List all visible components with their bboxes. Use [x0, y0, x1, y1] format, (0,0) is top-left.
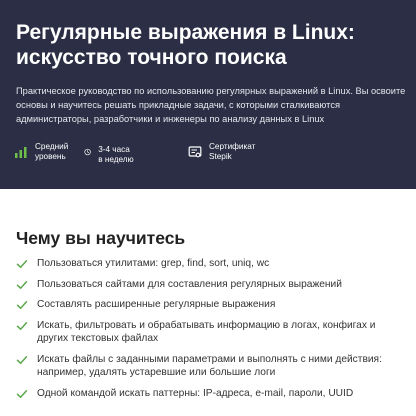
learn-item: Искать файлы с заданными параметрами и в… — [16, 353, 400, 380]
meta-level-line2: уровень — [35, 152, 66, 161]
learn-item-text: Пользоваться сайтами для составления рег… — [37, 278, 342, 290]
check-icon — [16, 301, 28, 309]
section-title-learn: Чему вы научитесь — [16, 228, 186, 248]
learn-item-text: Пользоваться утилитами: grep, find, sort… — [37, 258, 270, 269]
meta-certificate-line2: Stepik — [209, 152, 232, 161]
course-description: Практическое руководство по использовани… — [16, 86, 406, 124]
meta-workload: 3-4 часа в неделю — [84, 142, 134, 165]
learn-item: Составлять расширенные регулярные выраже… — [16, 298, 400, 312]
course-title: Регулярные выражения в Linux: искусство … — [16, 21, 355, 69]
learn-item-text: Одной командой искать паттерны: IP-адрес… — [37, 387, 354, 399]
certificate-icon — [188, 146, 202, 158]
check-icon — [16, 260, 28, 268]
learn-item-text: Искать, фильтровать и обрабатывать инфор… — [37, 319, 376, 345]
learn-item: Искать, фильтровать и обрабатывать инфор… — [16, 319, 400, 346]
learn-item: Пользоваться сайтами для составления рег… — [16, 278, 400, 292]
meta-level-line1: Средний — [35, 142, 69, 151]
meta-certificate: Сертификат Stepik — [188, 142, 255, 162]
learn-item-text: Составлять расширенные регулярные выраже… — [37, 299, 276, 310]
check-icon — [16, 280, 28, 289]
learn-item-text: Искать файлы с заданными параметрами и в… — [37, 353, 382, 379]
meta-certificate-line1: Сертификат — [209, 142, 256, 151]
course-header: Регулярные выражения в Linux: искусство … — [0, 0, 416, 189]
meta-level: Средний уровень — [14, 142, 68, 162]
main-content: Чему вы научитесь Пользоваться утилитами… — [0, 189, 416, 407]
check-icon — [16, 321, 28, 330]
clock-icon — [84, 148, 91, 156]
learn-item: Пользоваться утилитами: grep, find, sort… — [16, 257, 400, 271]
meta-workload-text: 3-4 часа в неделю — [98, 145, 134, 164]
learn-item: Одной командой искать паттерны: IP-адрес… — [16, 387, 400, 401]
check-icon — [16, 389, 28, 398]
level-bars-icon — [15, 147, 27, 158]
check-icon — [16, 355, 28, 364]
learn-list: Пользоваться утилитами: grep, find, sort… — [16, 257, 400, 400]
